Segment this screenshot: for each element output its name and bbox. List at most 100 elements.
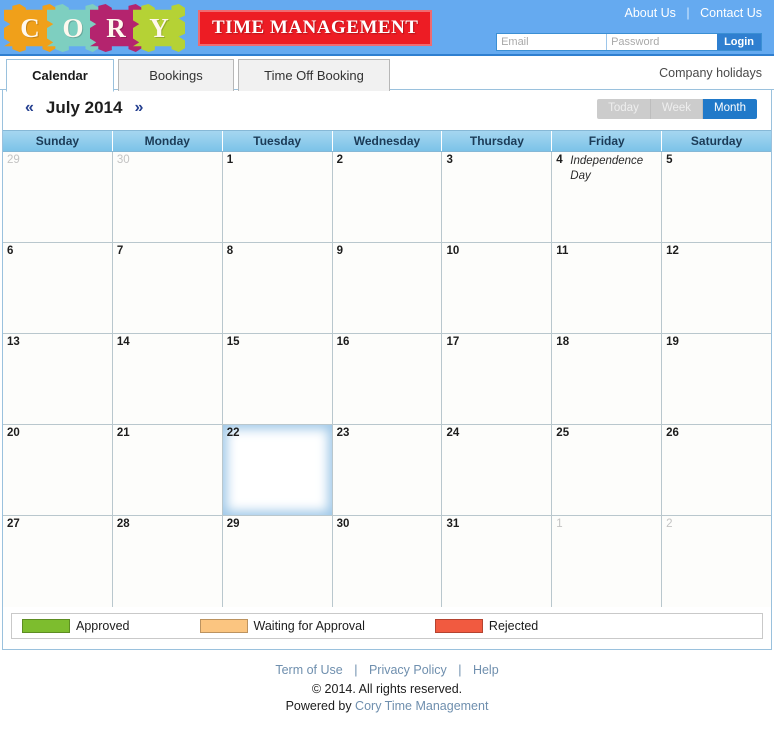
calendar-week-row: 13 14 15 16 17 18 19 [3,334,772,425]
calendar-day-number: 22 [226,427,240,439]
calendar-day-cell[interactable]: 21 [112,425,223,515]
calendar-day-number: 10 [446,245,460,257]
calendar-holiday-label: Independence Day [570,155,644,182]
calendar-day-number: 29 [7,154,20,166]
help-link[interactable]: Help [473,663,499,677]
calendar-day-name-sunday: Sunday [3,131,113,151]
calendar-day-number: 1 [226,154,234,166]
calendar-day-cell[interactable]: 23 [332,425,443,515]
contact-us-link[interactable]: Contact Us [700,6,762,20]
view-button-month[interactable]: Month [703,99,757,119]
next-month-arrow[interactable]: » [130,99,147,117]
privacy-policy-link[interactable]: Privacy Policy [369,663,447,677]
calendar-day-cell[interactable]: 22 [222,425,333,515]
calendar-day-cell[interactable]: 4 Independence Day [552,152,663,242]
calendar-day-number: 28 [116,518,130,530]
calendar-day-cell[interactable]: 5 [662,152,772,242]
calendar-day-name-tuesday: Tuesday [223,131,333,151]
legend-label: Rejected [488,619,539,633]
site-logo[interactable]: C O R Y TIME MANAGEMENT [4,2,433,54]
powered-by-link[interactable]: Cory Time Management [355,699,488,713]
password-field[interactable] [607,34,718,50]
calendar-day-cell[interactable]: 17 [442,334,553,424]
view-button-today[interactable]: Today [597,99,651,119]
calendar-day-cell[interactable]: 3 [442,152,553,242]
calendar-day-number: 19 [666,336,679,348]
logo-letter-y: Y [149,12,169,43]
calendar-day-cell[interactable]: 10 [442,243,553,333]
calendar-day-cell[interactable]: 26 [662,425,772,515]
tab-bookings[interactable]: Bookings [118,59,234,91]
calendar-day-cell[interactable]: 29 [3,152,113,242]
calendar-day-cell[interactable]: 2 [332,152,443,242]
calendar-day-cell[interactable]: 27 [3,516,113,607]
email-field[interactable] [497,34,608,50]
calendar-day-number: 17 [446,336,460,348]
calendar-day-cell[interactable]: 15 [222,334,333,424]
calendar-day-cell[interactable]: 28 [112,516,223,607]
calendar-day-cell[interactable]: 16 [332,334,443,424]
legend-item: Approved [22,619,130,633]
calendar-day-cell[interactable]: 18 [552,334,663,424]
calendar-day-number: 1 [556,518,563,530]
footer-separator-2: | [458,663,462,677]
calendar-day-cell[interactable]: 2 [662,516,772,607]
calendar-day-number: 29 [226,518,240,530]
calendar-day-cell[interactable]: 24 [442,425,553,515]
calendar-day-number: 31 [446,518,460,530]
footer-copyright: © 2014. All rights reserved. [311,682,463,696]
calendar-day-number: 27 [7,518,20,530]
legend-swatch-icon [434,619,483,633]
calendar-day-cell[interactable]: 20 [3,425,113,515]
calendar-day-number: 18 [556,336,570,348]
calendar-day-cell[interactable]: 11 [552,243,663,333]
calendar-day-cell[interactable]: 30 [332,516,443,607]
calendar-day-number: 24 [446,427,460,439]
calendar-day-cell[interactable]: 7 [112,243,223,333]
login-button[interactable]: Login [717,34,761,50]
calendar-day-number: 16 [336,336,350,348]
powered-by-prefix: Powered by [285,699,356,713]
calendar-day-number: 4 [556,154,563,166]
calendar-day-number: 12 [666,245,679,257]
calendar-day-name-monday: Monday [113,131,223,151]
prev-month-arrow[interactable]: « [21,99,38,117]
calendar-day-cell[interactable]: 29 [222,516,333,607]
calendar-day-number: 3 [446,154,453,166]
logo-puzzle-piece-y: Y [133,4,185,52]
calendar-day-cell[interactable]: 30 [112,152,223,242]
company-holidays-link[interactable]: Company holidays [659,66,762,80]
calendar-day-name-thursday: Thursday [442,131,553,151]
calendar-day-number: 21 [116,427,130,439]
calendar-day-number: 15 [226,336,240,348]
calendar-day-name-saturday: Saturday [690,134,743,148]
calendar-day-cell[interactable]: 14 [112,334,223,424]
about-us-link[interactable]: About Us [625,6,676,20]
calendar-grid: 29 30 1 2 3 4 Independence Day 5 6 7 8 9 10 11 12 13 14 1… [3,152,772,607]
calendar-day-cell[interactable]: 19 [662,334,772,424]
tab-time-off-booking[interactable]: Time Off Booking [238,59,390,91]
tab-calendar[interactable]: Calendar [6,59,114,92]
calendar-day-cell[interactable]: 1 [552,516,663,607]
calendar-day-cell[interactable]: 8 [222,243,333,333]
calendar-day-cell[interactable]: 13 [3,334,113,424]
calendar-day-cell[interactable]: 9 [332,243,443,333]
calendar-day-cell[interactable]: 25 [552,425,663,515]
calendar-week-row: 27 28 29 30 31 1 2 [3,516,772,607]
term-of-use-link[interactable]: Term of Use [275,663,342,677]
legend-item: Rejected [434,619,539,633]
calendar-day-number: 13 [7,336,20,348]
calendar-day-number: 7 [116,245,124,257]
legend-item: Waiting for Approval [199,619,365,633]
calendar-day-cell[interactable]: 1 [222,152,333,242]
calendar-day-number: 2 [336,154,343,166]
view-button-week[interactable]: Week [650,99,704,119]
calendar-day-number: 14 [116,336,130,348]
calendar-week-row: 6 7 8 9 10 11 12 [3,243,772,334]
calendar-day-name-wednesday: Wednesday [333,131,443,151]
calendar-day-cell[interactable]: 31 [442,516,553,607]
calendar-day-cell[interactable]: 12 [662,243,772,333]
status-legend: Approved Waiting for Approval Rejected [11,613,763,639]
calendar-day-cell[interactable]: 6 [3,243,113,333]
logo-letter-r: R [106,12,126,43]
